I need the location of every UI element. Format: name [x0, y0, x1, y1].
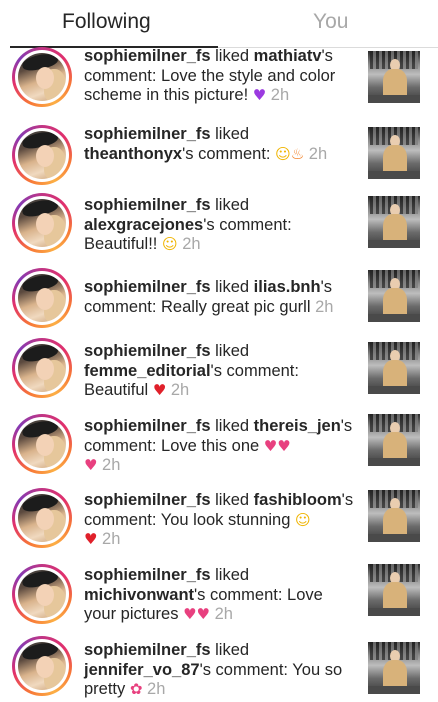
- activity-item: sophiemilner_fs liked mathiatv's comment…: [0, 46, 438, 114]
- action-text: liked: [210, 491, 254, 509]
- activity-text: sophiemilner_fs liked alexgracejones's c…: [84, 196, 359, 255]
- activity-text: sophiemilner_fs liked fashibloom's comme…: [84, 491, 359, 550]
- avatar[interactable]: [12, 193, 72, 253]
- target-username[interactable]: jennifer_vo_87: [84, 661, 200, 679]
- actor-username[interactable]: sophiemilner_fs: [84, 417, 211, 435]
- timestamp: 2h: [308, 144, 328, 163]
- activity-item: sophiemilner_fs liked ilias.bnh's commen…: [0, 268, 438, 342]
- activity-text: sophiemilner_fs liked jennifer_vo_87's c…: [84, 641, 359, 700]
- actor-username[interactable]: sophiemilner_fs: [84, 491, 211, 509]
- timestamp: 2h: [270, 86, 290, 104]
- target-username[interactable]: mathiatv: [254, 47, 322, 65]
- fire-icon: ♨: [290, 144, 305, 163]
- two-hearts-icon: ♥: [277, 436, 291, 455]
- activity-item: sophiemilner_fs liked jennifer_vo_87's c…: [0, 636, 438, 702]
- target-username[interactable]: alexgracejones: [84, 216, 203, 234]
- timestamp: 2h: [315, 297, 334, 316]
- purple-heart-icon: ♥: [252, 86, 267, 104]
- timestamp: 2h: [214, 605, 233, 623]
- activity-item: sophiemilner_fs liked alexgracejones's c…: [0, 192, 438, 266]
- actor-username[interactable]: sophiemilner_fs: [84, 342, 211, 360]
- target-username[interactable]: thereis_jen: [254, 417, 341, 435]
- comment-text: 's comment:: [182, 144, 271, 163]
- post-thumbnail[interactable]: [368, 564, 420, 616]
- actor-username[interactable]: sophiemilner_fs: [84, 125, 211, 143]
- heart-eyes-face-icon: ☺: [161, 235, 178, 253]
- timestamp: 2h: [102, 456, 121, 474]
- target-username[interactable]: fashibloom: [254, 491, 342, 509]
- actor-username[interactable]: sophiemilner_fs: [84, 278, 211, 296]
- target-username[interactable]: ilias.bnh: [254, 278, 321, 296]
- activity-item: sophiemilner_fs liked theanthonyx's comm…: [0, 118, 438, 192]
- activity-feed: sophiemilner_fs liked mathiatv 's comment…: [0, 46, 438, 702]
- red-heart-icon: ♥: [84, 530, 98, 548]
- activity-item: sophiemilner_fs liked michivonwant's com…: [0, 558, 438, 632]
- activity-item: sophiemilner_fs liked femme_editorial's …: [0, 338, 438, 412]
- post-thumbnail[interactable]: [368, 127, 420, 179]
- tab-you[interactable]: You: [313, 10, 348, 34]
- post-thumbnail[interactable]: [368, 51, 420, 103]
- action-text: liked: [210, 125, 250, 143]
- heart-eyes-face-icon: ☺: [275, 144, 291, 163]
- action-text: liked: [210, 342, 250, 360]
- post-thumbnail[interactable]: [368, 196, 420, 248]
- activity-item: sophiemilner_fs liked fashibloom's comme…: [0, 488, 438, 562]
- timestamp: 2h: [170, 381, 190, 399]
- target-username[interactable]: femme_editorial: [84, 362, 211, 380]
- timestamp: 2h: [182, 235, 201, 253]
- activity-text: sophiemilner_fs liked michivonwant's com…: [84, 566, 359, 625]
- action-text: liked: [210, 566, 250, 584]
- post-thumbnail[interactable]: [368, 490, 420, 542]
- two-hearts-icon: ♥: [183, 605, 197, 623]
- red-heart-icon: ♥: [152, 381, 167, 399]
- heart-eyes-face-icon: ☺: [294, 510, 311, 529]
- activity-text: sophiemilner_fs liked femme_editorial's …: [84, 342, 359, 401]
- two-hearts-icon: ♥: [263, 436, 278, 455]
- action-text: liked: [210, 417, 254, 435]
- avatar[interactable]: [12, 125, 72, 185]
- avatar[interactable]: [12, 414, 72, 474]
- post-thumbnail[interactable]: [368, 414, 420, 466]
- actor-username[interactable]: sophiemilner_fs: [84, 566, 211, 584]
- target-username[interactable]: theanthonyx: [84, 145, 182, 163]
- two-hearts-icon: ♥: [196, 605, 210, 623]
- activity-text: sophiemilner_fs liked theanthonyx's comm…: [84, 125, 359, 164]
- post-thumbnail[interactable]: [368, 270, 420, 322]
- activity-text: sophiemilner_fs liked ilias.bnh's commen…: [84, 278, 359, 317]
- actor-username[interactable]: sophiemilner_fs: [84, 196, 211, 214]
- activity-item: sophiemilner_fs liked thereis_jen's comm…: [0, 414, 438, 488]
- avatar[interactable]: [12, 47, 72, 107]
- avatar[interactable]: [12, 488, 72, 548]
- post-thumbnail[interactable]: [368, 642, 420, 694]
- activity-text: sophiemilner_fs liked mathiatv's comment…: [84, 47, 359, 106]
- two-hearts-icon: ♥: [84, 456, 98, 474]
- action-text: liked: [210, 47, 254, 65]
- activity-tabs: Following You: [0, 0, 438, 50]
- bouquet-icon: ✿: [129, 680, 143, 698]
- timestamp: 2h: [102, 530, 121, 548]
- actor-username[interactable]: sophiemilner_fs: [84, 641, 211, 659]
- activity-text: sophiemilner_fs liked thereis_jen's comm…: [84, 417, 359, 476]
- timestamp: 2h: [147, 680, 166, 698]
- actor-username[interactable]: sophiemilner_fs: [84, 47, 211, 65]
- action-text: liked: [210, 641, 250, 659]
- avatar[interactable]: [12, 636, 72, 696]
- action-text: liked: [210, 278, 254, 296]
- avatar[interactable]: [12, 268, 72, 328]
- action-text: liked: [210, 196, 250, 214]
- avatar[interactable]: [12, 338, 72, 398]
- post-thumbnail[interactable]: [368, 342, 420, 394]
- tab-following[interactable]: Following: [62, 10, 151, 34]
- avatar[interactable]: [12, 564, 72, 624]
- target-username[interactable]: michivonwant: [84, 586, 194, 604]
